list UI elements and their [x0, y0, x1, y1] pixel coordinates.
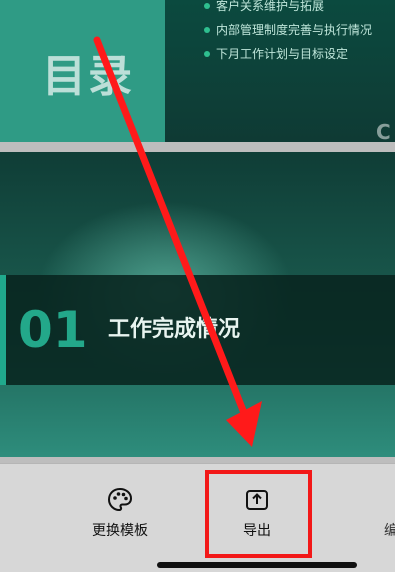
change-template-label: 更换模板 [92, 523, 148, 539]
section-title: 工作完成情况 [108, 317, 241, 342]
catalog-item: 内部管理制度完善与执行情况 [200, 18, 372, 42]
bullet-dot-icon [204, 51, 210, 57]
palette-icon [65, 486, 175, 514]
section-accent-bar [0, 275, 6, 385]
bullet-dot-icon [204, 27, 210, 33]
section-number: 01 [18, 301, 88, 359]
slide-title: 目录 [42, 51, 134, 102]
export-button[interactable]: 导出 [202, 486, 312, 540]
bottom-toolbar: 更换模板 导出 编 [0, 463, 395, 572]
slide-thumbnail-catalog[interactable]: 目录 客户关系维护与拓展 内部管理制度完善与执行情况 下月工作计划与目标设定 C [0, 0, 395, 144]
export-label: 导出 [243, 523, 271, 539]
slide-corner-letter: C [376, 120, 391, 144]
catalog-item: 下月工作计划与目标设定 [200, 42, 372, 66]
catalog-list: 客户关系维护与拓展 内部管理制度完善与执行情况 下月工作计划与目标设定 [200, 0, 372, 66]
catalog-item: 客户关系维护与拓展 [200, 0, 372, 18]
bullet-dot-icon [204, 3, 210, 9]
slide-thumbnail-section[interactable]: 01 工作完成情况 [0, 152, 395, 457]
more-tool-label: 编 [384, 523, 395, 539]
more-tool-button[interactable]: 编 [384, 486, 395, 540]
change-template-button[interactable]: 更换模板 [65, 486, 175, 540]
upload-icon [202, 486, 312, 514]
section-band: 01 工作完成情况 [0, 275, 395, 385]
home-indicator [157, 562, 357, 568]
